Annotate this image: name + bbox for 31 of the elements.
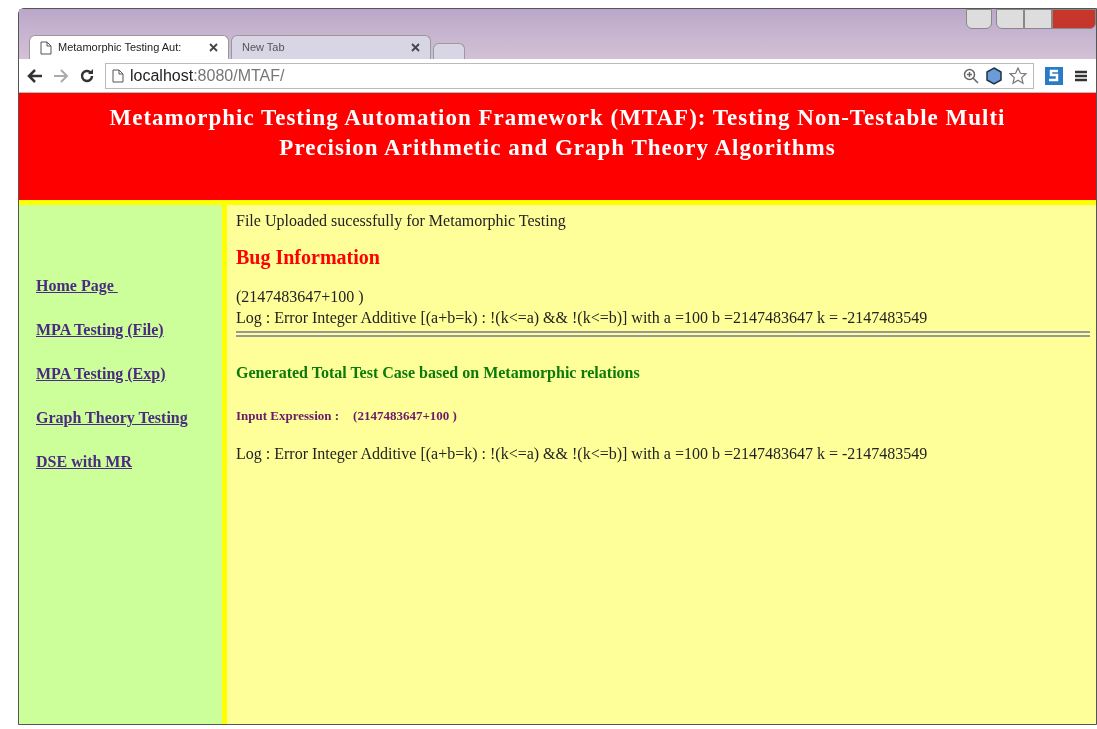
forward-icon[interactable] xyxy=(53,68,69,83)
address-bar[interactable]: localhost:8080/MTAF/ xyxy=(105,62,1034,89)
tab-title: New Tab xyxy=(242,40,286,56)
nav-link[interactable]: Graph Theory Testing xyxy=(36,407,188,428)
star-icon[interactable] xyxy=(1009,66,1027,85)
page-title: Metamorphic Testing Automation Framework (MTAF): Testing Non-Testable Multi Precision Arithmetic and Graph Theory Algorithms xyxy=(108,104,1007,162)
status-message: File Uploaded sucessfully for Metamorphic Testing xyxy=(236,211,567,231)
tab-title: Metamorphic Testing Aut: xyxy=(58,40,183,56)
menu-icon[interactable] xyxy=(1074,68,1088,83)
log-text: Log : Error Integer Additive [(a+b=k) : !(k<=a) && !(k<=b)] with a =100 b =2147483647 k = -2147483549 xyxy=(236,308,929,329)
nav-link[interactable]: DSE with MR xyxy=(36,451,132,472)
back-icon[interactable] xyxy=(27,68,43,83)
expression-text: (2147483647+100 ) xyxy=(236,287,365,307)
nav-link[interactable]: MPA Testing (File) xyxy=(36,319,164,340)
page-icon xyxy=(112,68,124,83)
close-icon[interactable] xyxy=(411,43,420,52)
bug-heading: Bug Information xyxy=(236,245,381,269)
url-text: localhost:8080/MTAF/ xyxy=(130,65,285,86)
log-text: Log : Error Integer Additive [(a+b=k) : !(k<=a) && !(k<=b)] with a =100 b =2147483647 k = -2147483549 xyxy=(236,444,929,465)
zoom-icon[interactable] xyxy=(963,67,979,84)
input-label: Input Expression : xyxy=(236,407,340,425)
page-icon xyxy=(40,40,52,55)
close-icon[interactable] xyxy=(209,43,218,52)
input-value: (2147483647+100 ) xyxy=(353,407,457,425)
nav-link[interactable]: MPA Testing (Exp) xyxy=(36,363,166,384)
generated-heading: Generated Total Test Case based on Metamorphic relations xyxy=(236,363,641,383)
browser-tab[interactable]: Metamorphic Testing Aut: xyxy=(29,35,229,59)
reload-icon[interactable] xyxy=(79,67,95,84)
browser-tab[interactable]: New Tab xyxy=(231,35,431,59)
nav-link[interactable]: Home Page xyxy=(36,275,118,296)
extension-icon[interactable] xyxy=(1044,65,1064,86)
